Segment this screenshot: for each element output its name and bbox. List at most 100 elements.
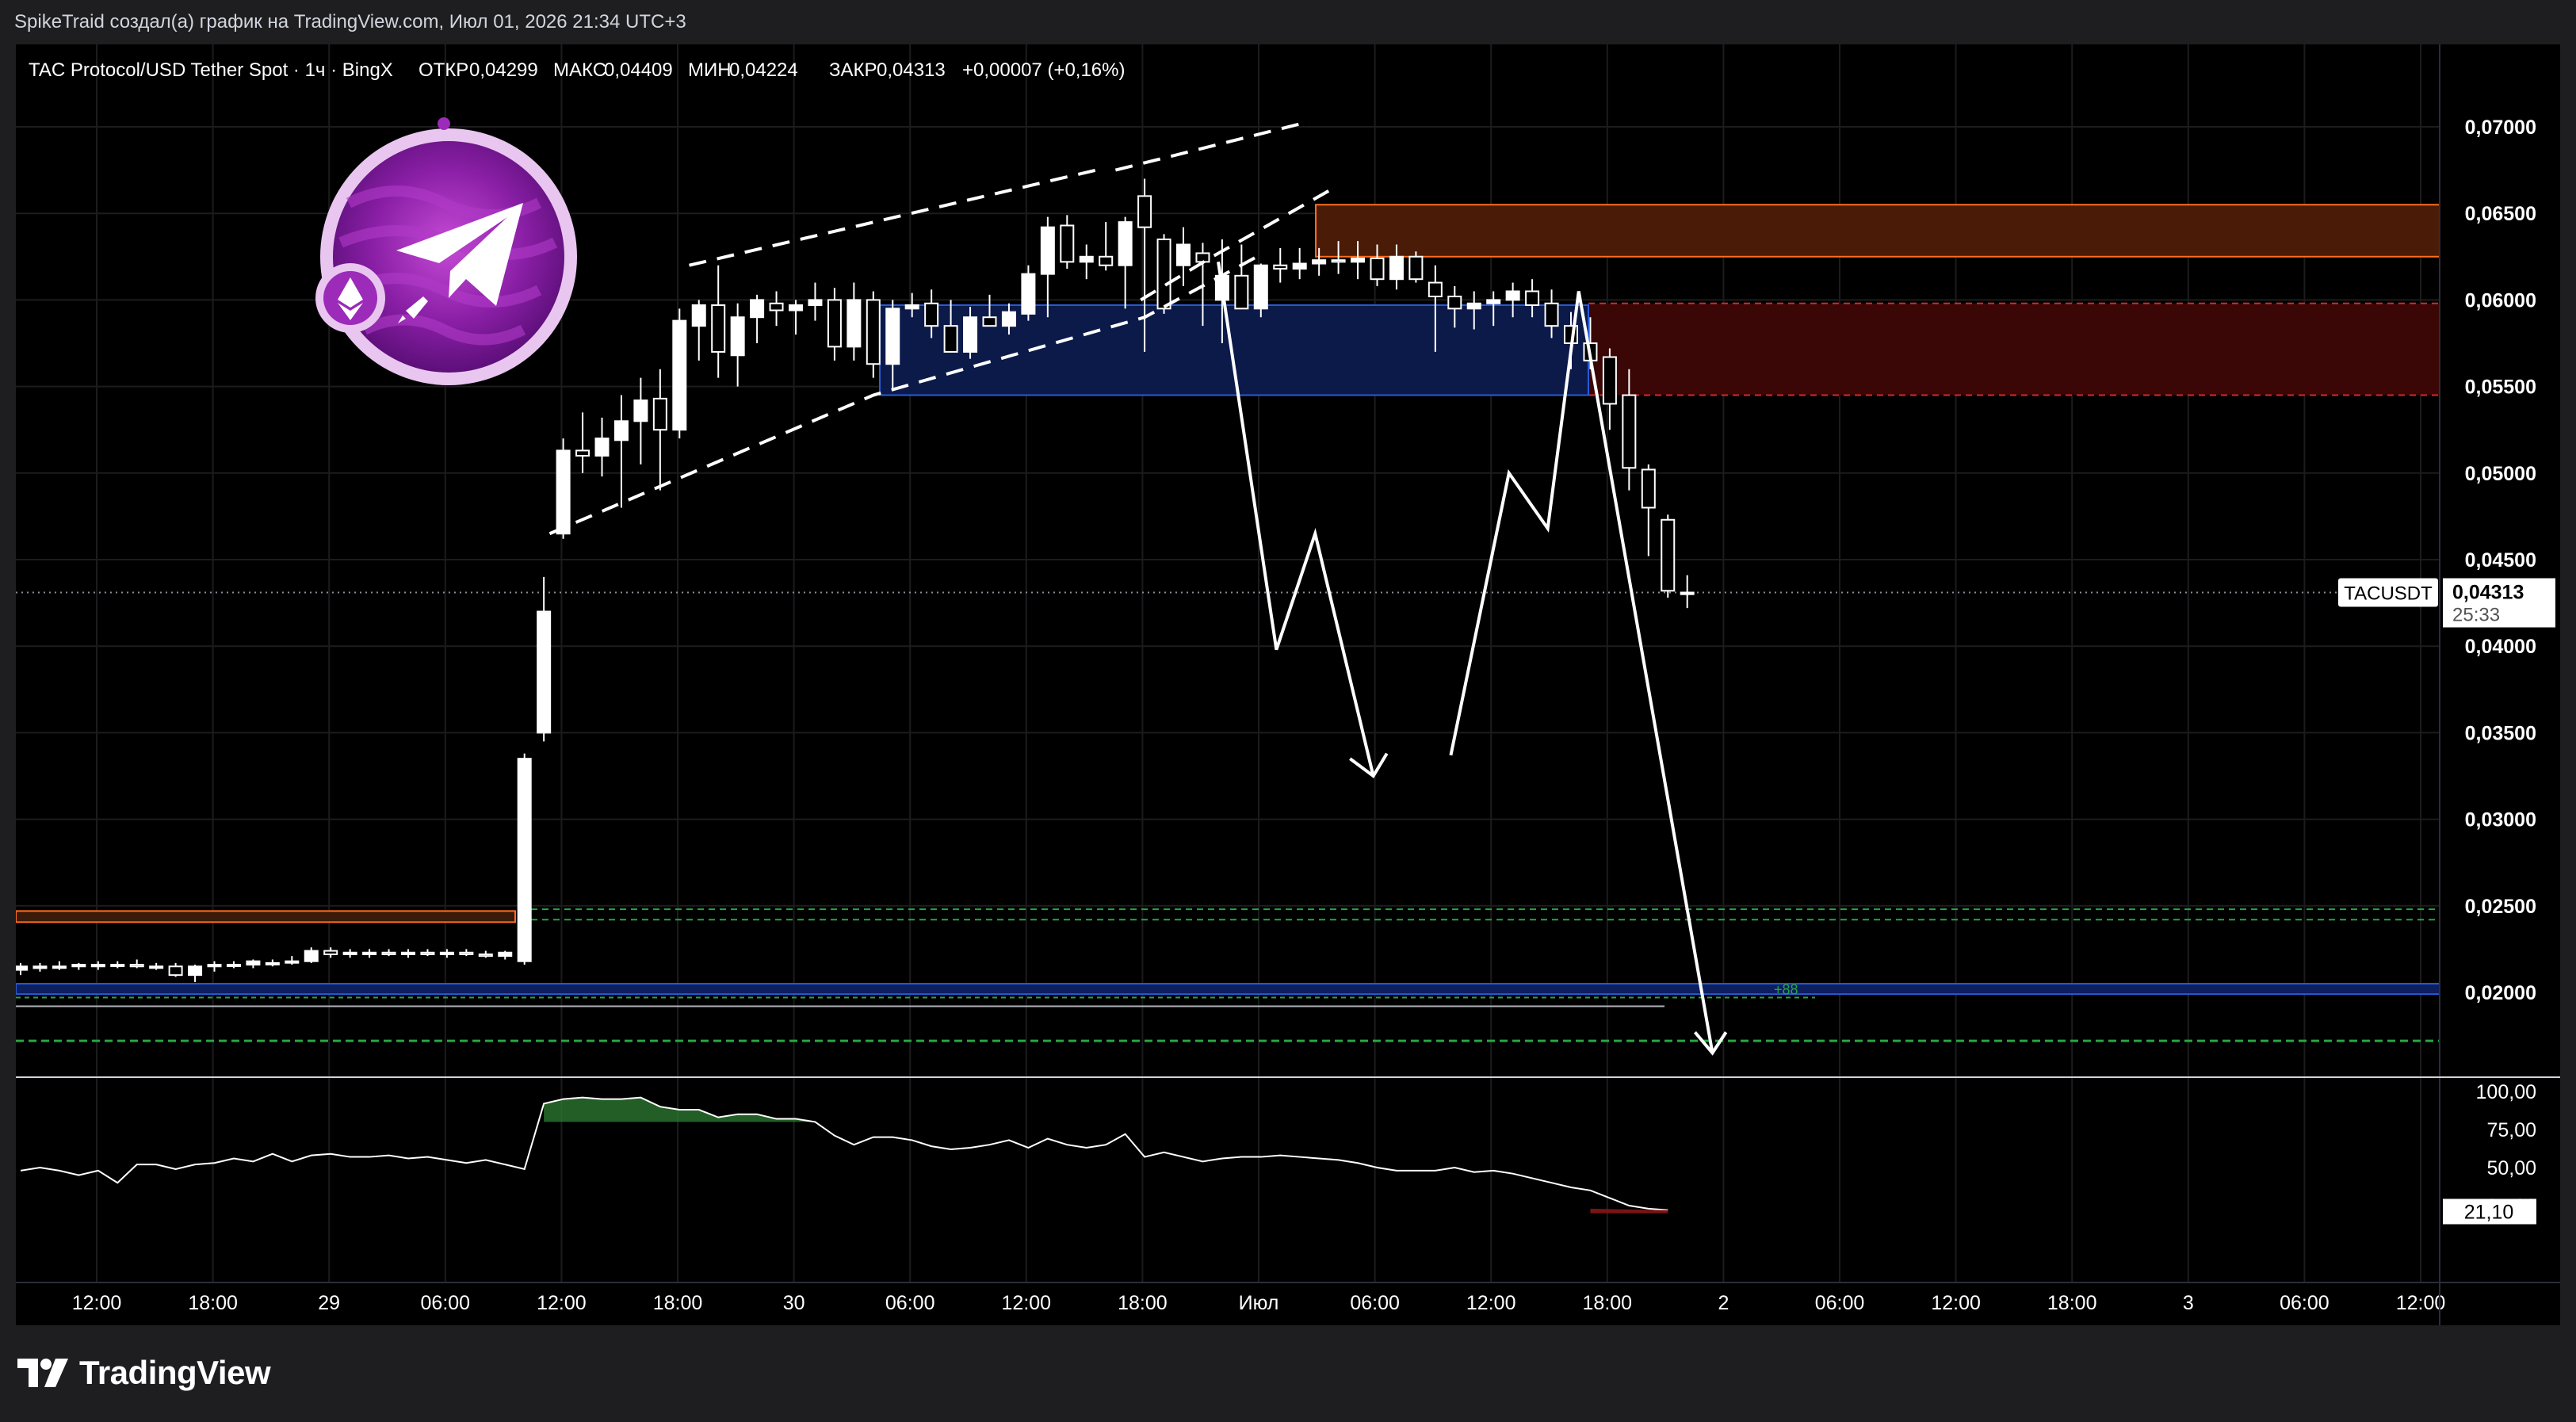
candle — [730, 303, 745, 387]
candle — [827, 288, 842, 361]
candle-body-up — [789, 304, 803, 312]
candle-body-up — [1079, 255, 1094, 263]
candle — [1118, 216, 1133, 309]
candle — [711, 265, 726, 378]
candle-body-up — [439, 951, 454, 955]
candle-body-up — [904, 304, 919, 310]
price-tick-label: 0,02000 — [2465, 982, 2536, 1004]
candle-body-up — [556, 449, 571, 535]
candle-body-down — [982, 316, 997, 327]
candle-body-up — [1351, 257, 1366, 263]
candle-body-up — [71, 964, 86, 968]
candle — [168, 962, 183, 977]
candle — [381, 949, 396, 957]
time-tick-label: 30 — [783, 1292, 805, 1314]
trend-drawings — [548, 120, 1728, 1056]
candle — [342, 949, 357, 958]
candle — [1680, 575, 1695, 609]
candle — [304, 947, 319, 963]
candle-body-up — [13, 965, 28, 971]
candle-body-up — [691, 304, 706, 327]
price-tick-label: 0,04500 — [2465, 549, 2536, 571]
candle — [323, 947, 338, 958]
candle — [517, 753, 532, 965]
candle-body-down — [769, 302, 784, 312]
price-chart[interactable]: +88 0,07000 0,06500 0,06000 0,05500 0,05000 0… — [13, 44, 2560, 1325]
candle-body-down — [652, 397, 667, 431]
candle-body-up — [32, 965, 48, 969]
candle-body-down — [381, 951, 396, 955]
candle — [1079, 244, 1094, 280]
candle — [52, 961, 67, 970]
legend-high: 0,04409 — [604, 59, 673, 81]
candle-body-up — [847, 299, 862, 348]
candle-body-up — [285, 960, 300, 964]
candle-body-up — [1001, 311, 1016, 327]
candle — [1273, 247, 1288, 283]
legend-close: 0,04313 — [877, 59, 946, 81]
candle-body-down — [1408, 255, 1424, 281]
candle — [362, 949, 377, 958]
price-tick-label: 0,03000 — [2465, 809, 2536, 831]
level-blue-band — [15, 983, 2440, 996]
candle-body-down — [924, 302, 939, 327]
candle — [90, 961, 105, 970]
legend-low-label: МИН — [688, 59, 732, 81]
time-tick-label: 18:00 — [653, 1292, 703, 1314]
candle — [1641, 464, 1656, 556]
candle-body-up — [537, 610, 552, 734]
candle — [808, 282, 823, 321]
supply-zone-red — [1588, 303, 2440, 396]
candle-body-up — [750, 299, 765, 319]
projection-path-2 — [1449, 291, 1714, 1053]
candle — [13, 962, 28, 976]
candle-body-up — [498, 951, 513, 958]
channel-upper-line — [689, 168, 1097, 267]
candle-body-down — [1428, 281, 1443, 298]
chart-pane[interactable]: +88 0,07000 0,06500 0,06000 0,05500 0,05000 0… — [13, 44, 2560, 1325]
candle-body-down — [1273, 264, 1288, 270]
candle-body-down — [866, 299, 881, 365]
channel-upper-extension — [1114, 120, 1310, 172]
candle — [750, 294, 765, 343]
time-tick-label: 06:00 — [421, 1292, 471, 1314]
candle-body-up — [226, 964, 241, 968]
candle-body-up — [1118, 221, 1133, 266]
candle — [246, 959, 261, 969]
candle-body-down — [1661, 518, 1676, 592]
candle-body-down — [478, 953, 493, 958]
candle — [439, 949, 454, 958]
candle — [1099, 222, 1114, 271]
legend-open-label: ОТКР — [419, 59, 468, 81]
candle — [1040, 216, 1055, 318]
candle — [575, 412, 590, 473]
candle-body-up — [594, 438, 610, 457]
time-tick-label: 06:00 — [1350, 1292, 1400, 1314]
candle-body-up — [362, 951, 377, 955]
candle-body-up — [885, 308, 900, 365]
candle — [498, 950, 513, 960]
candle — [1602, 348, 1617, 430]
candle — [1021, 265, 1036, 321]
time-tick-label: 12:00 — [537, 1292, 587, 1314]
level-orange — [15, 910, 516, 923]
price-tick-label: 0,03500 — [2465, 722, 2536, 744]
candle — [847, 282, 862, 361]
candle-body-up — [633, 399, 648, 422]
time-tick-label: 06:00 — [885, 1292, 935, 1314]
time-tick-label: 12:00 — [1002, 1292, 1052, 1314]
time-tick-label: 18:00 — [2047, 1292, 2097, 1314]
candle-body-down — [168, 965, 183, 977]
candle — [149, 962, 164, 970]
candle-body-up — [963, 316, 978, 353]
candle-body-down — [827, 299, 842, 348]
candle — [594, 417, 610, 477]
candle-body-up — [188, 965, 203, 977]
candle-body-up — [1253, 264, 1268, 310]
time-tick-label: 29 — [318, 1292, 340, 1314]
candle-body-up — [613, 420, 629, 442]
time-tick-label: 12:00 — [1931, 1292, 1981, 1314]
price-tick-label: 0,06500 — [2465, 203, 2536, 225]
tradingview-logo[interactable]: TradingView — [17, 1354, 271, 1392]
candle-body-down — [1544, 302, 1559, 327]
